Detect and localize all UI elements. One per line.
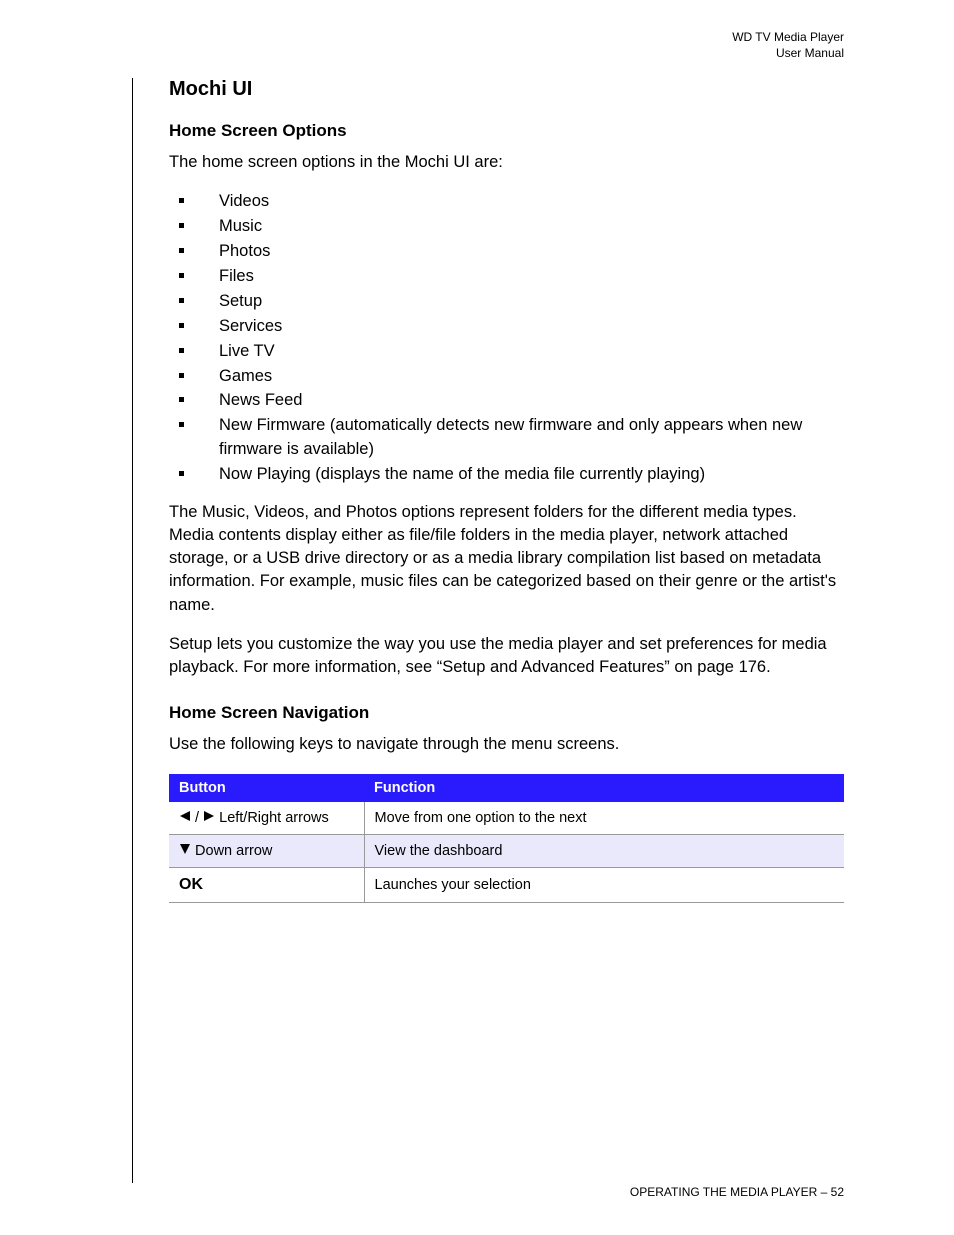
cell-button: / Left/Right arrows bbox=[169, 802, 364, 835]
footer-sep: – bbox=[817, 1185, 830, 1199]
home-options-heading: Home Screen Options bbox=[169, 121, 844, 141]
table-row: OK Launches your selection bbox=[169, 868, 844, 903]
table-row: / Left/Right arrows Move from one option… bbox=[169, 802, 844, 835]
right-arrow-icon bbox=[203, 810, 215, 826]
list-item: Setup bbox=[169, 290, 844, 314]
ok-button-label: OK bbox=[179, 876, 203, 893]
list-item: Music bbox=[169, 215, 844, 239]
list-item: News Feed bbox=[169, 389, 844, 413]
col-function: Function bbox=[364, 774, 844, 802]
left-arrow-icon bbox=[179, 810, 191, 826]
footer-page: 52 bbox=[831, 1185, 844, 1199]
button-label: Left/Right arrows bbox=[219, 810, 329, 826]
cell-button: Down arrow bbox=[169, 835, 364, 868]
home-options-list: Videos Music Photos Files Setup Services… bbox=[169, 190, 844, 487]
down-arrow-icon bbox=[179, 843, 191, 859]
col-button: Button bbox=[169, 774, 364, 802]
nav-intro: Use the following keys to navigate throu… bbox=[169, 733, 844, 756]
table-row: Down arrow View the dashboard bbox=[169, 835, 844, 868]
button-label: Down arrow bbox=[195, 843, 272, 859]
list-item: Videos bbox=[169, 190, 844, 214]
header-line-2: User Manual bbox=[732, 46, 844, 62]
nav-table: Button Function / Left/Right arrows bbox=[169, 774, 844, 903]
header-meta: WD TV Media Player User Manual bbox=[732, 30, 844, 61]
separator: / bbox=[195, 810, 203, 826]
cell-function: View the dashboard bbox=[364, 835, 844, 868]
cell-function: Move from one option to the next bbox=[364, 802, 844, 835]
cell-button: OK bbox=[169, 868, 364, 903]
list-item: Games bbox=[169, 365, 844, 389]
list-item: Now Playing (displays the name of the me… bbox=[169, 463, 844, 487]
home-options-intro: The home screen options in the Mochi UI … bbox=[169, 151, 844, 174]
header-line-1: WD TV Media Player bbox=[732, 30, 844, 46]
section-title: Mochi UI bbox=[169, 78, 844, 101]
list-item: Live TV bbox=[169, 340, 844, 364]
list-item: Files bbox=[169, 265, 844, 289]
list-item: New Firmware (automatically detects new … bbox=[169, 414, 844, 462]
nav-heading: Home Screen Navigation bbox=[169, 703, 844, 723]
list-item: Services bbox=[169, 315, 844, 339]
footer-label: OPERATING THE MEDIA PLAYER bbox=[630, 1185, 817, 1199]
home-options-para-1: The Music, Videos, and Photos options re… bbox=[169, 501, 844, 616]
page-content: Mochi UI Home Screen Options The home sc… bbox=[132, 78, 844, 1183]
footer: OPERATING THE MEDIA PLAYER – 52 bbox=[630, 1185, 844, 1199]
home-options-para-2: Setup lets you customize the way you use… bbox=[169, 633, 844, 679]
list-item: Photos bbox=[169, 240, 844, 264]
cell-function: Launches your selection bbox=[364, 868, 844, 903]
